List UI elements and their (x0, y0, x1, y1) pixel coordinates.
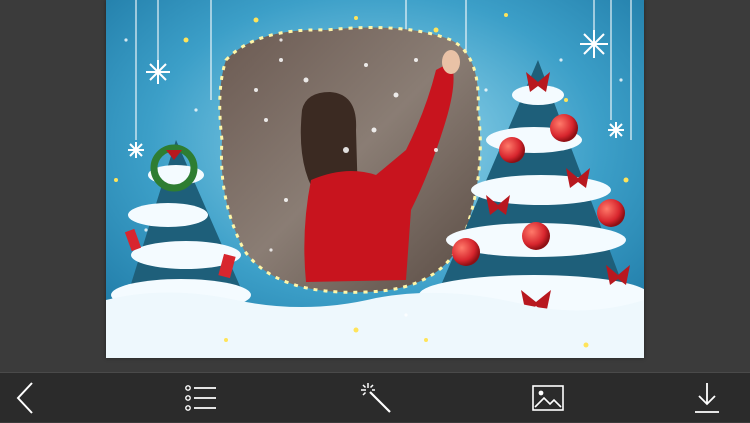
image-icon (532, 385, 564, 411)
photo-frame-preview[interactable] (106, 0, 644, 358)
list-button[interactable] (171, 373, 231, 423)
gallery-button[interactable] (518, 373, 578, 423)
editor-canvas (0, 0, 750, 372)
bottom-toolbar (0, 372, 750, 422)
list-icon (185, 384, 217, 412)
photo-window (218, 26, 482, 294)
download-icon (694, 382, 720, 414)
chevron-left-icon (15, 381, 35, 415)
effects-button[interactable] (346, 373, 406, 423)
download-button[interactable] (677, 373, 737, 423)
magic-wand-icon (360, 382, 392, 414)
back-button[interactable] (0, 373, 55, 423)
frame-artwork (106, 0, 644, 358)
